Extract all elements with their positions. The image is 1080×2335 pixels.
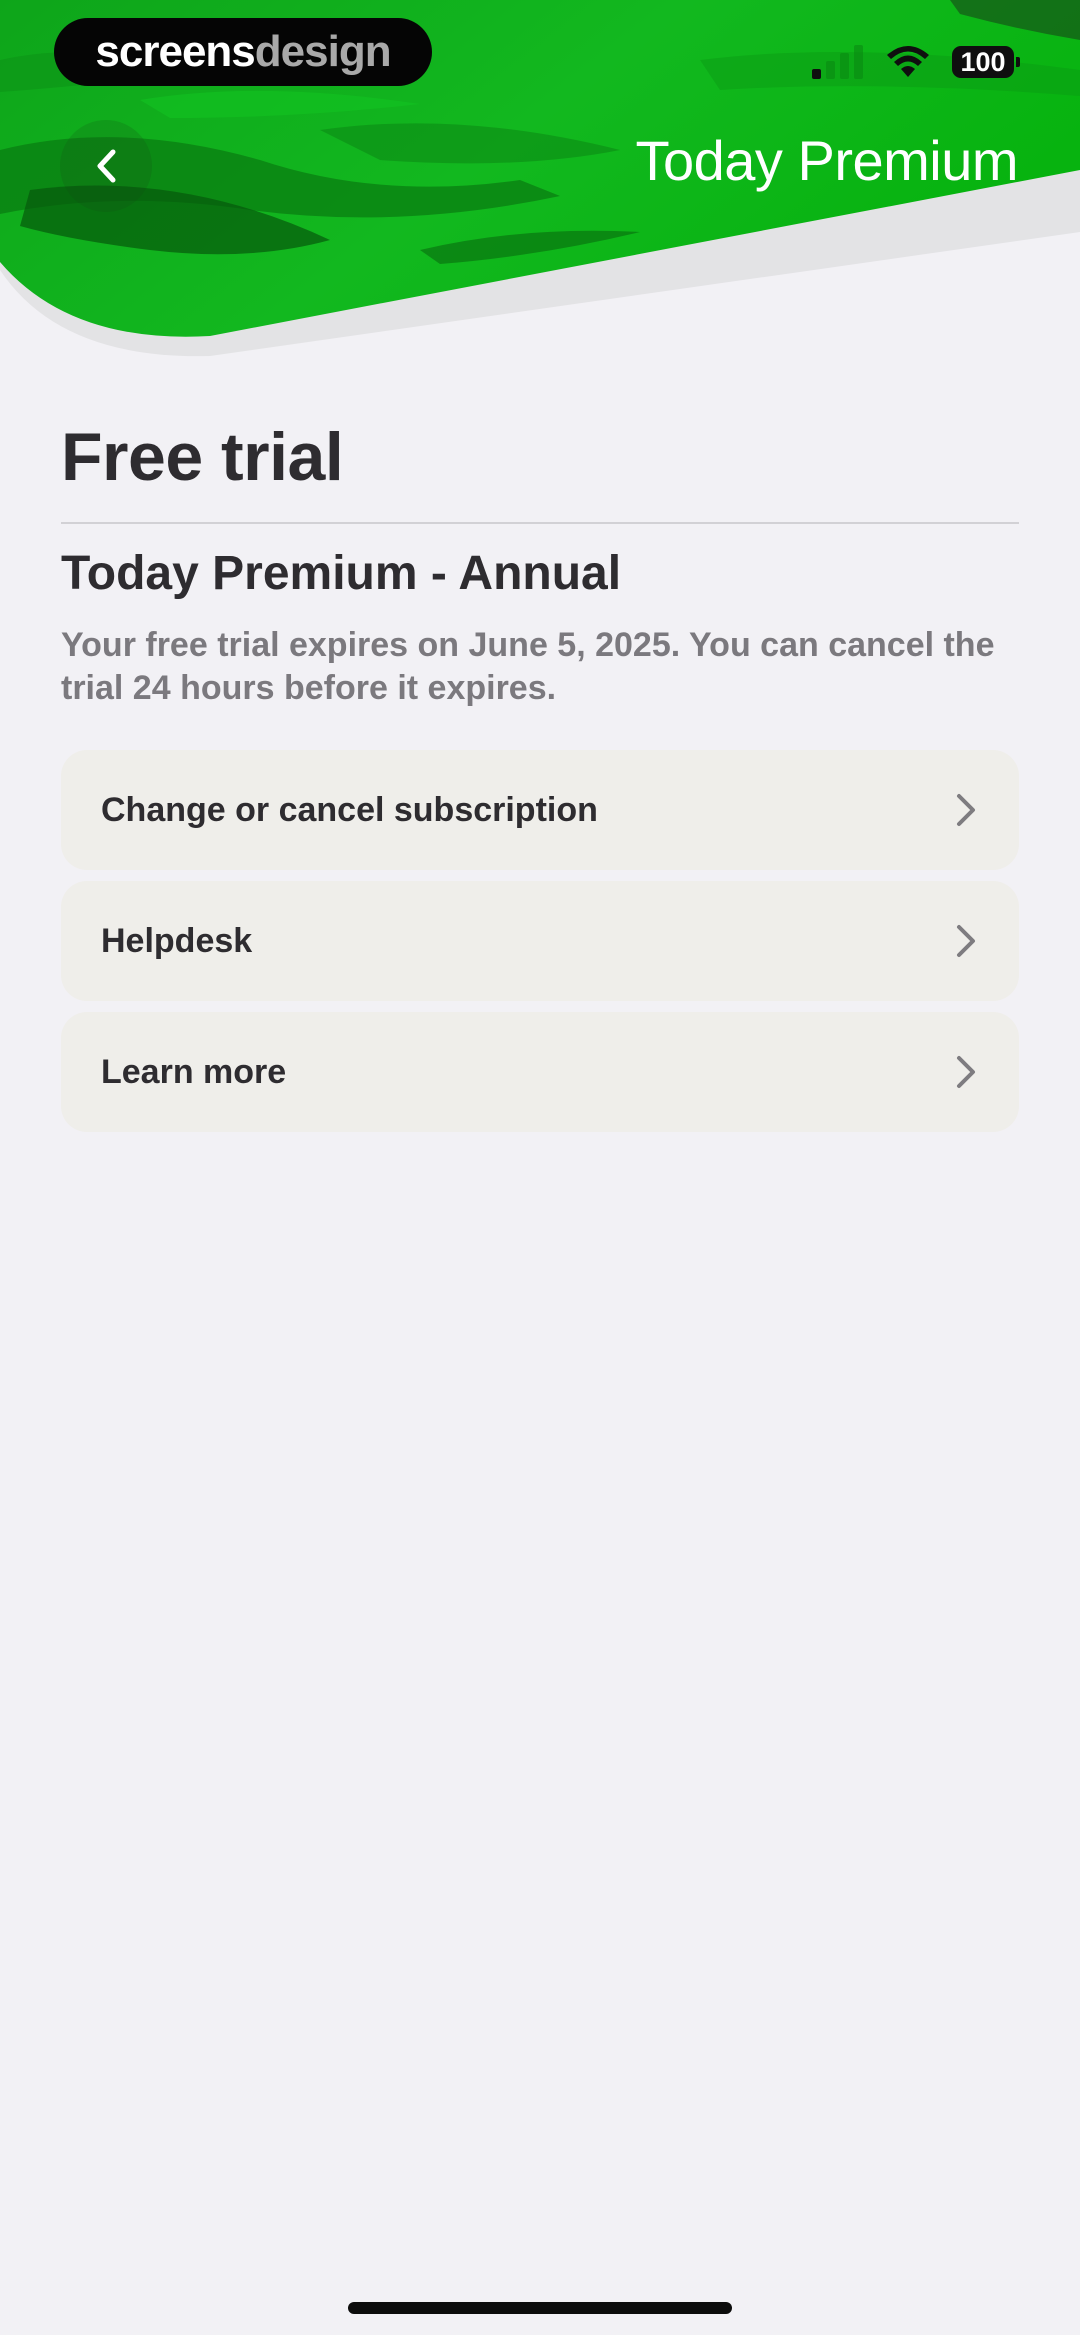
helpdesk-button[interactable]: Helpdesk <box>61 881 1019 1001</box>
menu-item-label: Helpdesk <box>101 921 253 960</box>
battery-indicator: 100 <box>952 46 1020 78</box>
screen: screens design 100 Today Premium Free tri… <box>0 0 1080 2335</box>
back-button[interactable] <box>60 120 152 212</box>
menu-item-label: Learn more <box>101 1052 287 1091</box>
status-bar-icons: 100 <box>812 38 1020 86</box>
divider <box>61 522 1019 524</box>
plan-name: Today Premium - Annual <box>61 547 622 600</box>
battery-level: 100 <box>960 46 1006 77</box>
watermark-text-b: design <box>254 27 392 76</box>
cellular-signal-icon <box>812 45 863 79</box>
chevron-right-icon <box>957 1056 975 1088</box>
plan-description: Your free trial expires on June 5, 2025.… <box>61 626 995 707</box>
watermark-text-a: screens <box>95 27 255 76</box>
chevron-right-icon <box>957 925 975 957</box>
learn-more-button[interactable]: Learn more <box>61 1012 1019 1132</box>
wifi-icon <box>887 46 929 77</box>
chevron-right-icon <box>957 794 975 826</box>
home-indicator[interactable] <box>348 2302 732 2314</box>
screensdesign-watermark: screens design <box>54 18 432 86</box>
menu-item-label: Change or cancel subscription <box>101 790 598 829</box>
nav-title: Today Premium <box>635 129 1018 192</box>
change-cancel-subscription-button[interactable]: Change or cancel subscription <box>61 750 1019 870</box>
page-title: Free trial <box>61 419 344 495</box>
chevron-left-icon <box>97 149 116 183</box>
